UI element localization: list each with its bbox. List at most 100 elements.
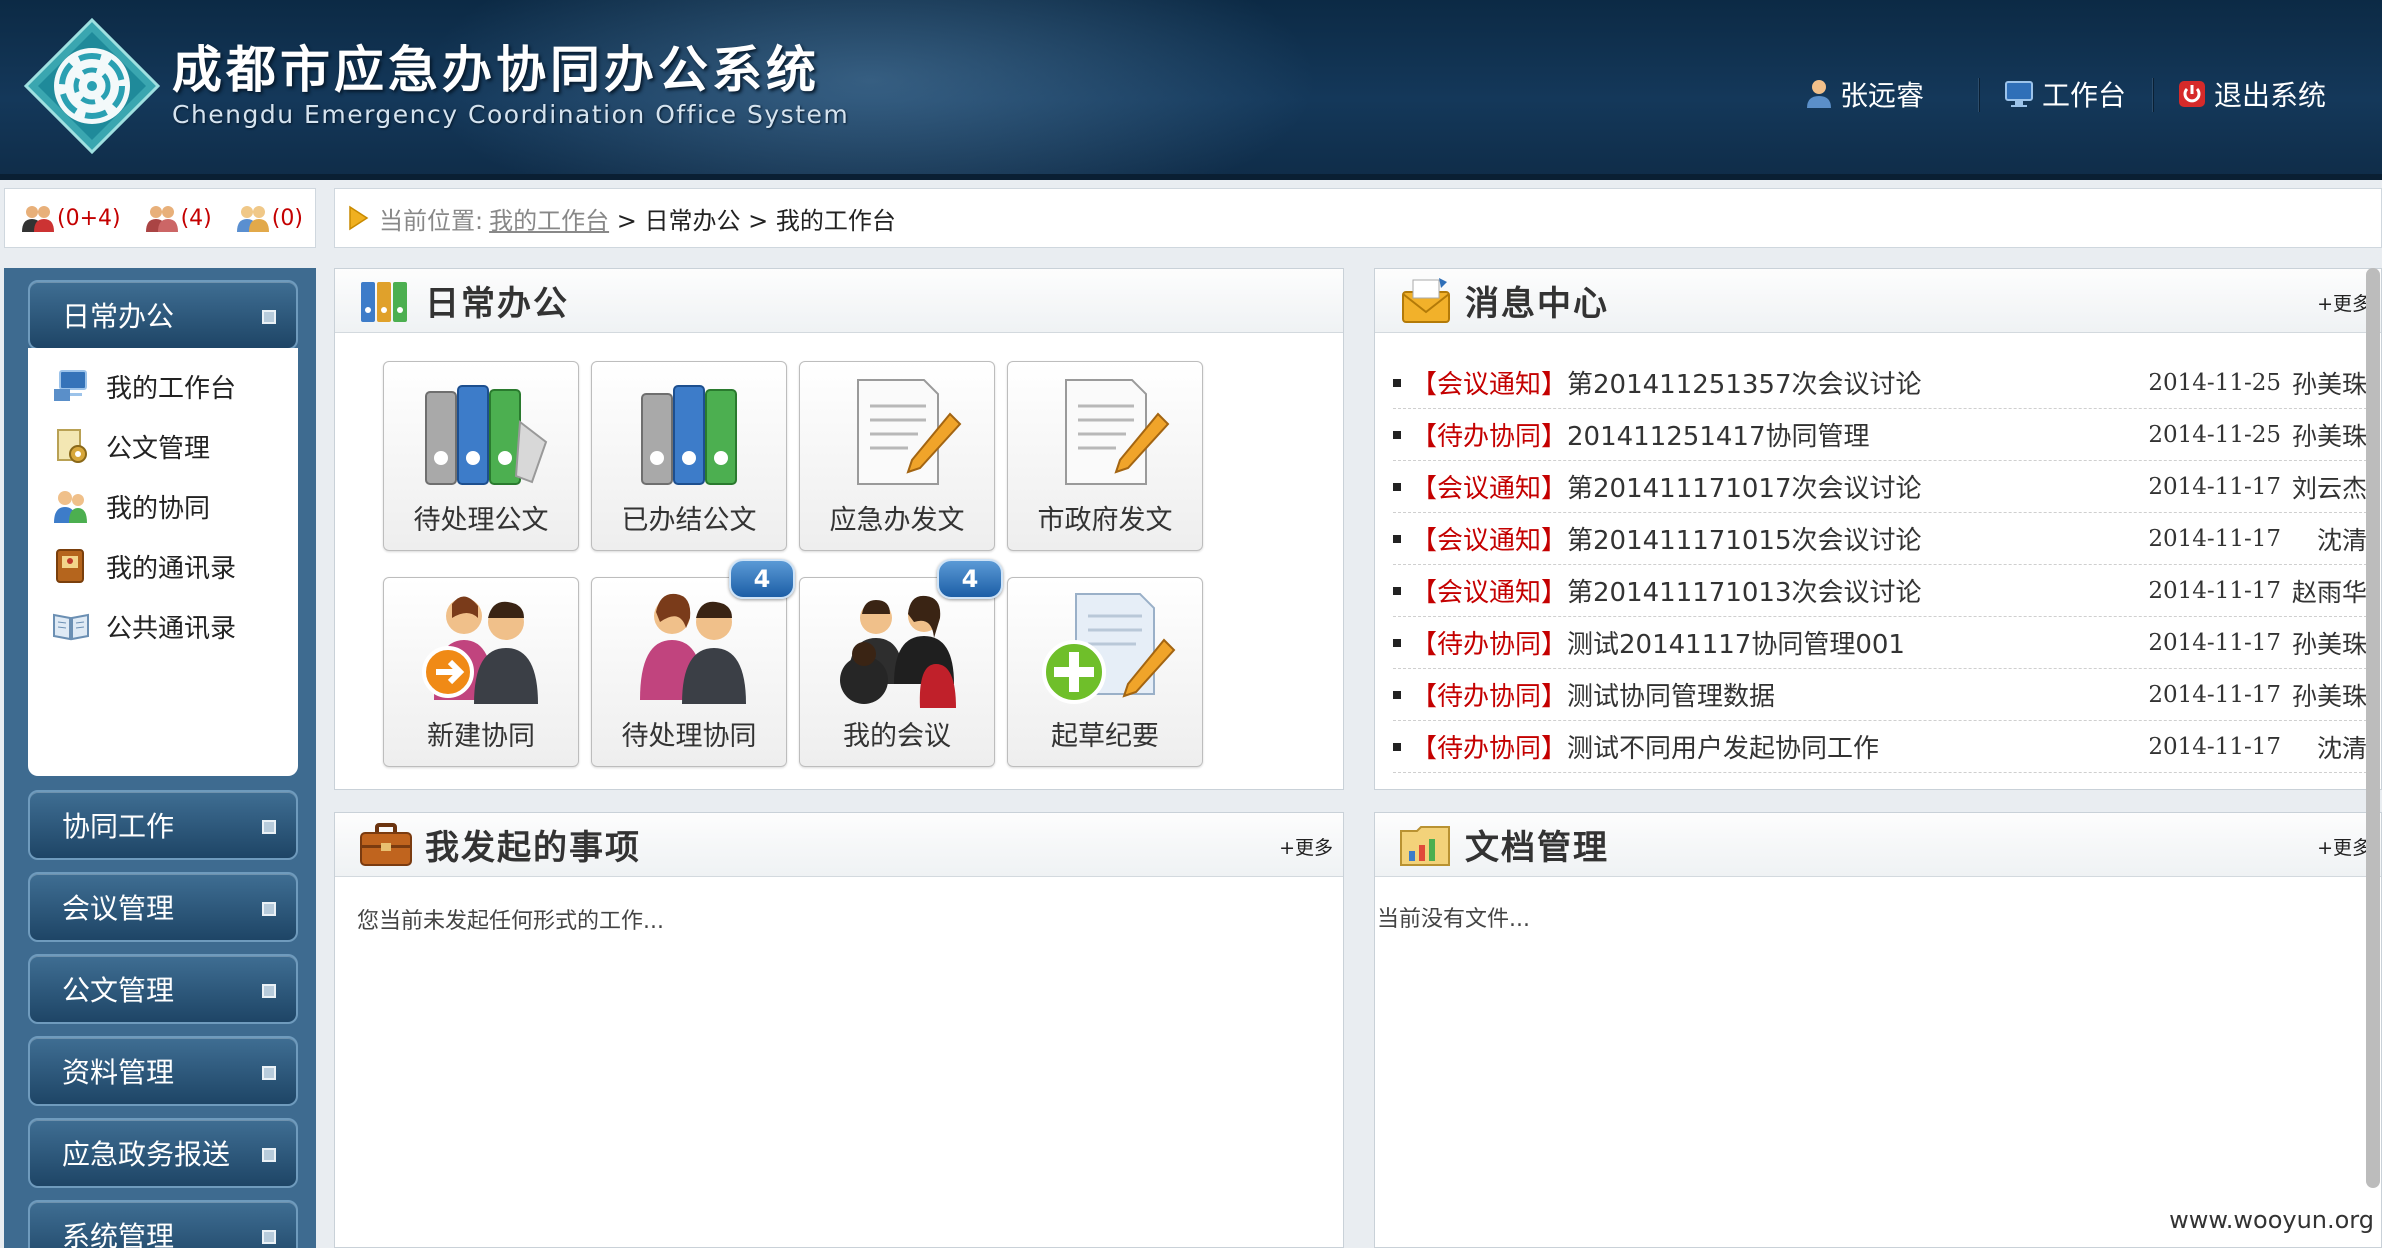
- online-counts: (0+4) (4) (0): [4, 188, 316, 248]
- message-row[interactable]: 【会议通知】 第201411171013次会议讨论 2014-11-17 赵雨华: [1393, 565, 2367, 617]
- people-icon: [640, 593, 746, 704]
- message-row[interactable]: 【会议通知】 第201411251357次会议讨论 2014-11-25 孙美珠: [1393, 357, 2367, 409]
- sidebar-item-workbench[interactable]: 我的工作台: [28, 356, 298, 416]
- menu-materials[interactable]: 资料管理: [28, 1036, 298, 1106]
- bullet: [1393, 534, 1401, 543]
- message-row[interactable]: 【会议通知】 第201411171017次会议讨论 2014-11-17 刘云杰: [1393, 461, 2367, 513]
- panel-title: 文档管理: [1465, 828, 1609, 868]
- expand-icon: [262, 984, 276, 998]
- users-online-icon: [22, 206, 54, 232]
- document-management-panel: 文档管理 +更多 当前没有文件...: [1374, 812, 2382, 1248]
- menu-label: 日常办公: [62, 300, 175, 333]
- expand-icon: [262, 820, 276, 834]
- tile-pending-docs[interactable]: 待处理公文: [383, 361, 579, 551]
- panel-title: 消息中心: [1465, 284, 1609, 324]
- users-group-icon: [145, 206, 178, 232]
- count-online-text: (0+4): [57, 205, 121, 231]
- tile-pending-collaboration[interactable]: 待处理协同: [591, 577, 787, 767]
- message-subject: 测试协同管理数据: [1567, 682, 1776, 712]
- my-meetings-badge: 4: [937, 559, 1003, 599]
- message-subject: 第201411171017次会议讨论: [1567, 474, 1922, 504]
- menu-system[interactable]: 系统管理: [28, 1200, 298, 1248]
- monitor-icon: [2005, 81, 2033, 107]
- count-group[interactable]: (4): [145, 203, 212, 233]
- menu-label: 应急政务报送: [62, 1138, 231, 1171]
- message-date: 2014-11-17: [2148, 629, 2281, 656]
- more-link[interactable]: +更多: [1279, 833, 1333, 860]
- message-subject: 测试20141117协同管理001: [1567, 630, 1905, 660]
- briefcase-icon: [360, 822, 412, 866]
- message-date: 2014-11-17: [2148, 473, 2281, 500]
- watermark: www.wooyun.org: [2169, 1206, 2374, 1234]
- logout-label: 退出系统: [2214, 79, 2327, 112]
- message-subject: 第201411171015次会议讨论: [1567, 526, 1922, 556]
- sidebar-item-contacts[interactable]: 我的通讯录: [28, 536, 298, 596]
- binders-icon: [425, 385, 548, 485]
- logout-link[interactable]: 退出系统: [2178, 72, 2326, 116]
- tile-label: 市政府发文: [1037, 505, 1173, 536]
- user-link[interactable]: 张远睿: [1806, 72, 1924, 116]
- message-sender: 沈清: [2316, 525, 2367, 555]
- more-link[interactable]: +更多: [2317, 289, 2371, 316]
- system-title: 成都市应急办协同办公系统: [172, 40, 820, 99]
- message-row[interactable]: 【待办协同】 测试20141117协同管理001 2014-11-17 孙美珠: [1393, 617, 2367, 669]
- message-sender: 孙美珠: [2291, 421, 2367, 451]
- message-sender: 赵雨华: [2291, 577, 2367, 607]
- message-subject: 测试不同用户发起协同工作: [1567, 734, 1880, 764]
- header-bottom-bar: [0, 174, 2382, 180]
- menu-label: 公文管理: [62, 974, 175, 1007]
- count-online[interactable]: (0+4): [21, 203, 121, 233]
- panel-header: 文档管理 +更多: [1375, 813, 2381, 877]
- expand-icon: [262, 902, 276, 916]
- panel-header: 我发起的事项 +更多: [335, 813, 1343, 877]
- binders-icon: [361, 281, 407, 322]
- workbench-link[interactable]: 工作台: [2004, 72, 2126, 116]
- tile-government-dispatch[interactable]: 市政府发文: [1007, 361, 1203, 551]
- play-icon: [349, 205, 369, 231]
- menu-meetings[interactable]: 会议管理: [28, 872, 298, 942]
- empty-message: 当前没有文件...: [1377, 907, 1530, 932]
- panel-header: 消息中心 +更多: [1375, 269, 2381, 333]
- meeting-icon: [840, 595, 956, 708]
- message-row[interactable]: 【会议通知】 第201411171015次会议讨论 2014-11-17 沈清: [1393, 513, 2367, 565]
- tile-label: 我的会议: [843, 721, 951, 752]
- open-book-icon: [53, 613, 89, 641]
- logo-icon: [23, 17, 161, 155]
- message-sender: 沈清: [2316, 733, 2367, 763]
- menu-documents[interactable]: 公文管理: [28, 954, 298, 1024]
- menu-daily-office[interactable]: 日常办公: [28, 280, 298, 350]
- tile-new-collaboration[interactable]: 新建协同: [383, 577, 579, 767]
- message-sender: 孙美珠: [2291, 681, 2367, 711]
- users-icon: [54, 491, 87, 523]
- menu-collaboration[interactable]: 协同工作: [28, 790, 298, 860]
- breadcrumb: 当前位置: 我的工作台 > 日常办公 > 我的工作台: [334, 188, 2382, 248]
- folder-chart-icon: [1400, 825, 1450, 866]
- message-date: 2014-11-17: [2148, 577, 2281, 604]
- message-row[interactable]: 【待办协同】 201411251417协同管理 2014-11-25 孙美珠: [1393, 409, 2367, 461]
- sidebar: 日常办公 我的工作台 公文管理 我的协同 我的通讯录 公共通讯录 协同工作 会议…: [4, 268, 316, 1248]
- more-link[interactable]: +更多: [2317, 833, 2371, 860]
- tile-finished-docs[interactable]: 已办结公文: [591, 361, 787, 551]
- menu-emergency-reporting[interactable]: 应急政务报送: [28, 1118, 298, 1188]
- message-tag: 【待办协同】: [1411, 630, 1568, 660]
- collapse-icon: [262, 310, 276, 324]
- tile-draft-minutes[interactable]: 起草纪要: [1007, 577, 1203, 767]
- computer-icon: [54, 370, 87, 401]
- sidebar-item-label: 我的工作台: [106, 373, 237, 404]
- page-scrollbar[interactable]: [2366, 268, 2380, 1188]
- sidebar-item-public-contacts[interactable]: 公共通讯录: [28, 596, 298, 656]
- breadcrumb-home-link[interactable]: 我的工作台: [489, 201, 609, 236]
- sidebar-item-collaboration[interactable]: 我的协同: [28, 476, 298, 536]
- tile-my-meetings[interactable]: 我的会议: [799, 577, 995, 767]
- message-row[interactable]: 【待办协同】 测试不同用户发起协同工作 2014-11-17 沈清: [1393, 721, 2367, 773]
- message-date: 2014-11-17: [2148, 681, 2281, 708]
- sidebar-item-documents[interactable]: 公文管理: [28, 416, 298, 476]
- count-idle[interactable]: (0): [236, 203, 303, 233]
- tile-emergency-dispatch[interactable]: 应急办发文: [799, 361, 995, 551]
- message-row[interactable]: 【待办协同】 测试协同管理数据 2014-11-17 孙美珠: [1393, 669, 2367, 721]
- tile-label: 待处理协同: [621, 721, 757, 752]
- expand-icon: [262, 1230, 276, 1244]
- message-sender: 刘云杰: [2291, 473, 2367, 503]
- tile-label: 已办结公文: [621, 505, 757, 536]
- message-sender: 孙美珠: [2291, 369, 2367, 399]
